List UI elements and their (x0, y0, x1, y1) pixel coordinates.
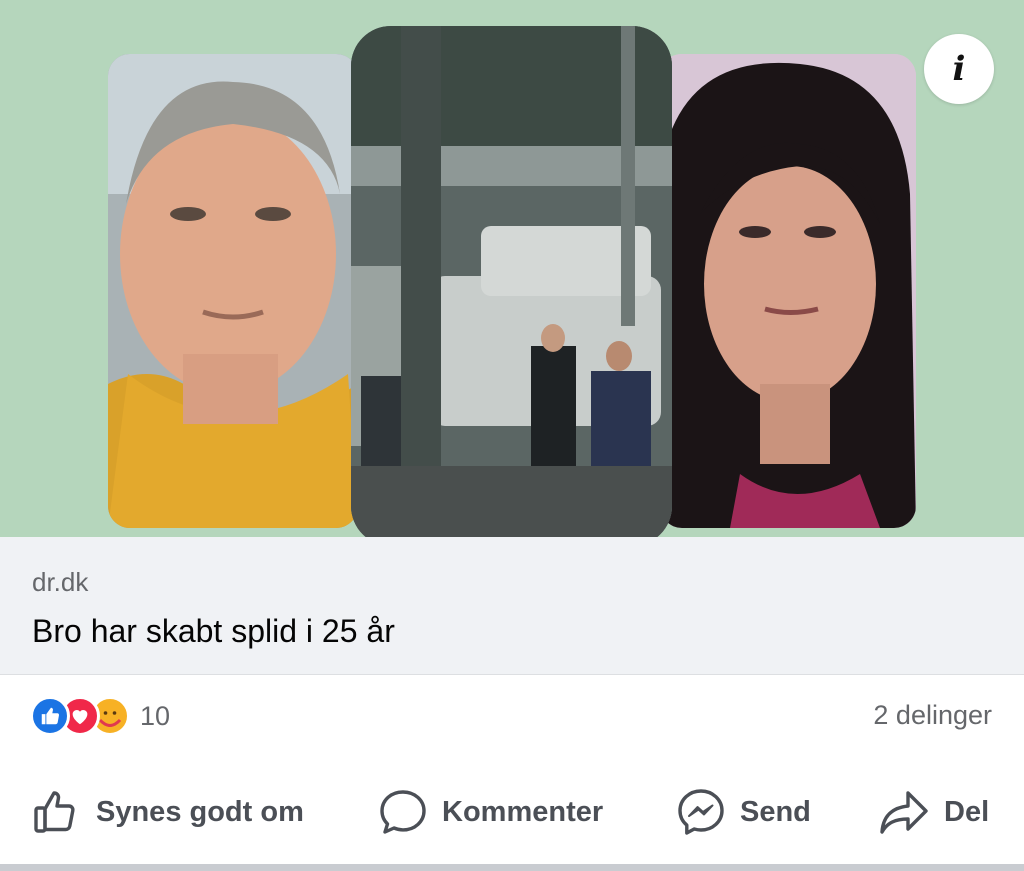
link-domain: dr.dk (32, 567, 89, 597)
scene-vehicle-photo (351, 26, 672, 537)
info-button[interactable]: i (924, 34, 994, 104)
messenger-icon (676, 787, 726, 837)
link-preview-box[interactable] (0, 537, 1024, 675)
send-button-label: Send (740, 795, 811, 828)
portrait-woman-photo (660, 54, 916, 528)
comment-button-label: Kommenter (442, 795, 604, 828)
reaction-count: 10 (140, 700, 171, 731)
post-action-bar: Synes godt om Kommenter Send Del (0, 770, 1024, 854)
like-button[interactable]: Synes godt om (32, 770, 304, 854)
like-button-label: Synes godt om (96, 795, 304, 828)
send-button[interactable]: Send (676, 770, 811, 854)
comment-button[interactable]: Kommenter (378, 770, 603, 854)
link-preview-image[interactable]: i (0, 0, 1024, 537)
share-count[interactable]: 2 delinger (873, 700, 992, 731)
share-button-label: Del (944, 795, 990, 828)
share-button[interactable]: Del (878, 770, 989, 854)
reactions-summary[interactable]: 10 (30, 696, 170, 736)
share-arrow-icon (878, 787, 930, 837)
feed-divider (0, 864, 1024, 871)
link-headline[interactable]: Bro har skabt splid i 25 år (32, 613, 395, 650)
like-reaction-icon (30, 696, 70, 736)
thumbs-up-icon (32, 787, 82, 837)
portrait-man-photo (108, 54, 358, 528)
info-icon: i (952, 49, 966, 89)
comment-bubble-icon (378, 787, 428, 837)
